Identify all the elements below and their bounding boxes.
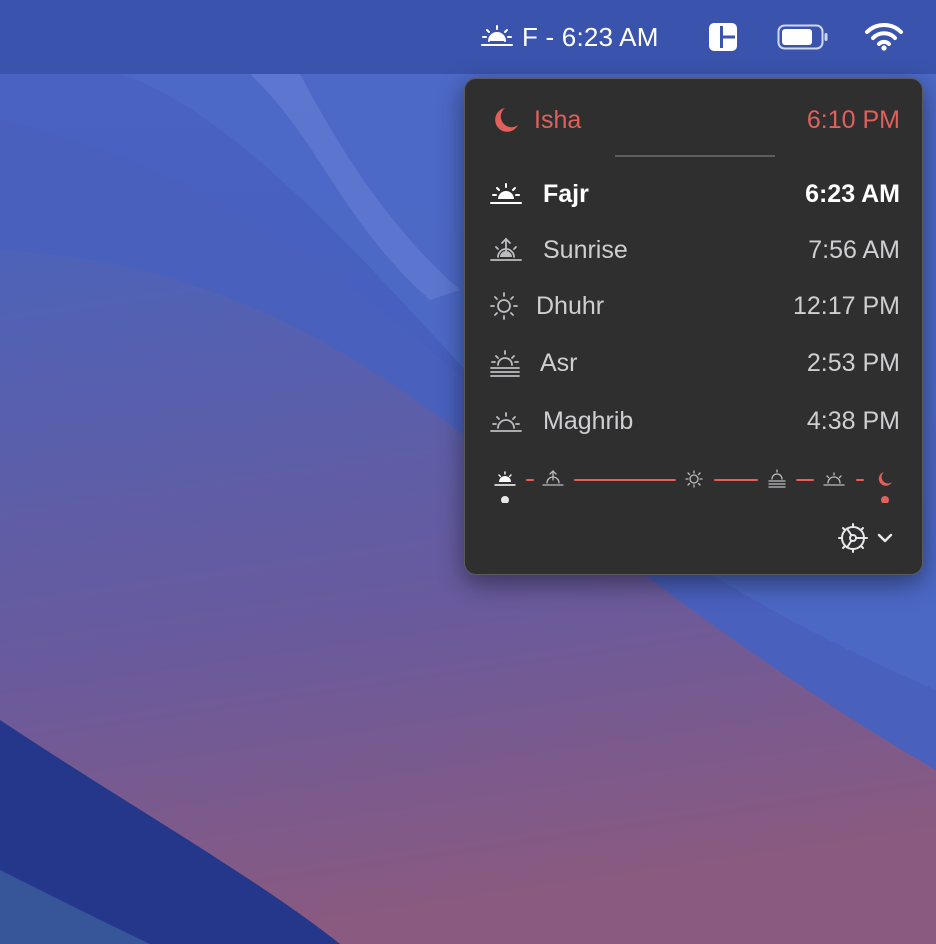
prayer-time: 12:17 PM — [792, 292, 900, 320]
current-position-marker — [501, 496, 509, 503]
sunrise-icon — [490, 237, 522, 261]
window-layout-menubar-item[interactable] — [707, 0, 739, 74]
divider — [615, 155, 775, 157]
crescent-moon-icon — [878, 472, 892, 486]
fajr-icon — [490, 183, 522, 204]
prayer-name: Asr — [540, 349, 578, 377]
prayer-name: Fajr — [543, 180, 589, 208]
sun-icon — [490, 292, 518, 320]
prayer-name: Dhuhr — [536, 292, 605, 320]
prayer-row-maghrib: Maghrib 4:38 PM — [465, 399, 922, 443]
wifi-menubar-item[interactable] — [864, 0, 904, 74]
prayer-times-popover: Isha 6:10 PM Fajr 6:23 AM Sunrise 7:56 A… — [464, 78, 923, 575]
sun-icon — [685, 470, 703, 488]
prayer-row-asr: Asr 2:53 PM — [465, 341, 922, 385]
asr-icon — [490, 350, 520, 377]
previous-prayer-row: Isha 6:10 PM — [465, 98, 922, 142]
prayer-time: 6:23 AM — [805, 180, 900, 208]
prayer-time: 2:53 PM — [806, 349, 900, 377]
sunrise-icon — [542, 470, 564, 486]
asr-icon — [768, 469, 786, 488]
gear-icon — [838, 523, 868, 553]
prayer-row-dhuhr: Dhuhr 12:17 PM — [465, 284, 922, 328]
prayer-row-sunrise: Sunrise 7:56 AM — [465, 228, 922, 272]
prayer-name: Maghrib — [543, 407, 634, 435]
menubar-prayer-text: F - 6:23 AM — [522, 21, 659, 52]
sunset-icon — [823, 472, 845, 486]
chevron-down-icon — [877, 533, 893, 543]
battery-menubar-item[interactable] — [777, 0, 829, 74]
prayer-times-menubar-item[interactable]: F - 6:23 AM — [480, 0, 659, 74]
prayer-time: 6:10 PM — [806, 106, 900, 134]
fajr-icon — [481, 25, 513, 46]
prayer-name: Sunrise — [543, 236, 628, 264]
prayer-time: 7:56 AM — [808, 236, 900, 264]
menu-bar: F - 6:23 AM — [0, 0, 936, 74]
sunset-icon — [490, 412, 522, 432]
crescent-moon-icon — [495, 108, 518, 132]
settings-menu-button[interactable] — [837, 522, 901, 554]
day-timeline — [494, 469, 892, 503]
fajr-icon — [494, 471, 516, 486]
end-position-marker — [881, 496, 889, 503]
wifi-icon — [865, 22, 903, 51]
prayer-name: Isha — [534, 106, 582, 134]
prayer-row-fajr: Fajr 6:23 AM — [465, 172, 922, 216]
battery-icon — [777, 24, 828, 50]
prayer-time: 4:38 PM — [806, 407, 900, 435]
window-layout-icon — [709, 23, 737, 51]
